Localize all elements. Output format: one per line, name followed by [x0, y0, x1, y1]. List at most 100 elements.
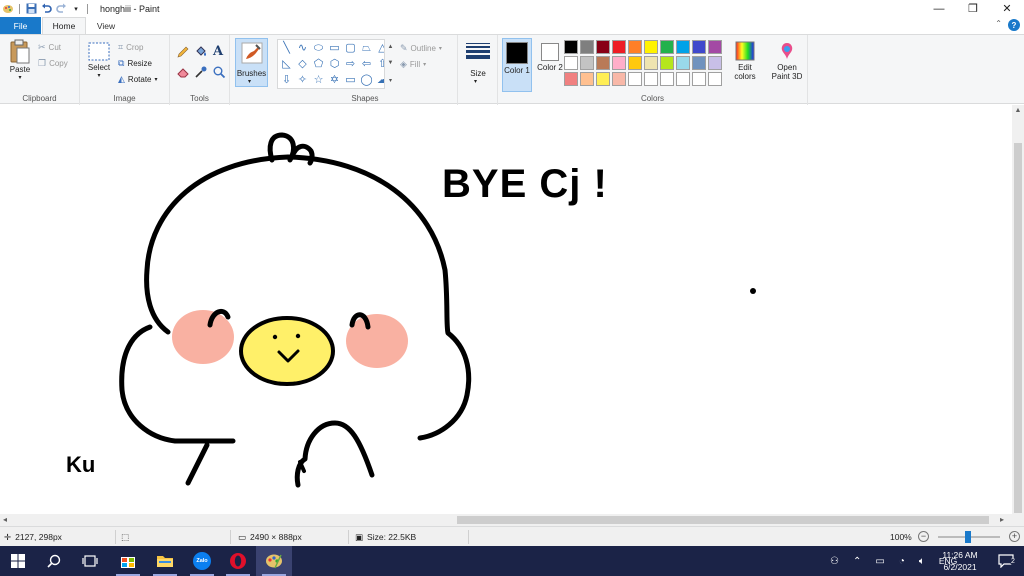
action-center-button[interactable]: 2	[988, 546, 1024, 576]
palette-swatch[interactable]	[612, 56, 626, 70]
zoom-slider-thumb[interactable]	[965, 531, 971, 543]
diamond-shape-icon[interactable]: ◇	[295, 57, 310, 72]
palette-swatch[interactable]	[660, 56, 674, 70]
open-paint3d-button[interactable]: Open Paint 3D	[768, 41, 806, 81]
palette-swatch[interactable]	[564, 56, 578, 70]
tab-home[interactable]: Home	[42, 17, 86, 34]
palette-swatch[interactable]	[676, 72, 690, 86]
palette-swatch[interactable]	[692, 40, 706, 54]
search-button[interactable]	[36, 546, 72, 576]
taskbar-clock[interactable]: 11:26 AM 6/2/2021	[932, 549, 988, 573]
palette-swatch[interactable]	[564, 40, 578, 54]
pencil-icon[interactable]	[176, 45, 190, 59]
shapes-scroll[interactable]: ▲ ▼ ▾	[384, 39, 396, 89]
zoom-in-button[interactable]: +	[1009, 531, 1020, 542]
six-point-star-shape-icon[interactable]: ✡	[327, 73, 342, 88]
taskbar-zalo[interactable]: Zalo	[184, 546, 220, 576]
right-triangle-shape-icon[interactable]: ◺	[279, 57, 294, 72]
palette-swatch[interactable]	[692, 56, 706, 70]
eraser-icon[interactable]	[176, 65, 190, 79]
palette-swatch[interactable]	[676, 40, 690, 54]
save-icon[interactable]	[25, 3, 37, 15]
palette-swatch[interactable]	[676, 56, 690, 70]
collapse-ribbon-icon[interactable]: ⌃	[995, 19, 1002, 28]
palette-swatch[interactable]	[708, 72, 722, 86]
palette-swatch[interactable]	[580, 72, 594, 86]
polygon-shape-icon[interactable]: ⏢	[359, 41, 374, 56]
palette-swatch[interactable]	[612, 72, 626, 86]
scroll-right-icon[interactable]: ▸	[1000, 514, 1004, 526]
color2-button[interactable]: Color 2	[535, 38, 565, 92]
drawing-canvas[interactable]: BYE Cj ! Ku	[0, 105, 1012, 514]
pentagon-shape-icon[interactable]: ⬠	[311, 57, 326, 72]
palette-swatch[interactable]	[692, 72, 706, 86]
hexagon-shape-icon[interactable]: ⬡	[327, 57, 342, 72]
palette-swatch[interactable]	[612, 40, 626, 54]
palette-swatch[interactable]	[628, 72, 642, 86]
palette-swatch[interactable]	[596, 40, 610, 54]
battery-icon[interactable]: ▭	[875, 556, 884, 567]
redo-icon[interactable]	[55, 3, 67, 15]
palette-swatch[interactable]	[580, 40, 594, 54]
palette-swatch[interactable]	[660, 72, 674, 86]
resize-button[interactable]: ⧉ Resize	[118, 56, 152, 70]
down-arrow-shape-icon[interactable]: ⇩	[279, 73, 294, 88]
palette-swatch[interactable]	[596, 72, 610, 86]
volume-icon[interactable]: 🔈︎	[919, 556, 925, 567]
restore-button[interactable]: ❐	[956, 0, 990, 17]
tab-file[interactable]: File	[0, 17, 41, 34]
fill-button[interactable]: ◈ Fill ▾	[400, 57, 426, 71]
taskbar-app-store[interactable]	[110, 546, 146, 576]
four-point-star-shape-icon[interactable]: ✧	[295, 73, 310, 88]
taskbar-file-explorer[interactable]	[147, 546, 183, 576]
scroll-up-icon[interactable]: ▲	[1012, 107, 1024, 114]
curve-shape-icon[interactable]: ∿	[295, 41, 310, 56]
horizontal-scrollbar[interactable]: ◂ ▸	[0, 514, 1012, 526]
color1-button[interactable]: Color 1	[502, 38, 532, 92]
color-picker-icon[interactable]	[194, 65, 208, 79]
rect-callout-shape-icon[interactable]: ▭	[343, 73, 358, 88]
palette-swatch[interactable]	[708, 56, 722, 70]
palette-swatch[interactable]	[580, 56, 594, 70]
network-icon[interactable]: ◔	[899, 556, 905, 567]
people-icon[interactable]: ⚇	[830, 556, 839, 567]
rectangle-shape-icon[interactable]: ▭	[327, 41, 342, 56]
zoom-out-button[interactable]: −	[918, 531, 929, 542]
paint-app-icon[interactable]	[2, 3, 14, 15]
fill-bucket-icon[interactable]	[194, 45, 208, 59]
oval-callout-shape-icon[interactable]: ◯	[359, 73, 374, 88]
line-shape-icon[interactable]: ╲	[279, 41, 294, 56]
rounded-rectangle-shape-icon[interactable]: ▢	[343, 41, 358, 56]
outline-button[interactable]: ✎ Outline ▾	[400, 41, 442, 55]
undo-icon[interactable]	[40, 3, 52, 15]
palette-swatch[interactable]	[628, 40, 642, 54]
palette-swatch[interactable]	[644, 56, 658, 70]
taskbar-paint[interactable]	[256, 546, 292, 576]
customize-qat-icon[interactable]: ▾	[70, 3, 82, 15]
palette-swatch[interactable]	[596, 56, 610, 70]
vertical-scrollbar[interactable]: ▲	[1012, 105, 1024, 514]
select-button[interactable]: Select ▾	[84, 41, 114, 79]
palette-swatch[interactable]	[628, 56, 642, 70]
left-arrow-shape-icon[interactable]: ⇦	[359, 57, 374, 72]
copy-button[interactable]: ❐ Copy	[38, 56, 68, 70]
tab-view[interactable]: View	[88, 17, 124, 34]
show-hidden-icons-icon[interactable]: ⌃	[853, 556, 861, 567]
size-icon[interactable]	[466, 43, 490, 61]
task-view-button[interactable]	[72, 546, 108, 576]
cut-button[interactable]: ✂ Cut	[38, 40, 61, 54]
taskbar-opera[interactable]	[220, 546, 256, 576]
palette-swatch[interactable]	[564, 72, 578, 86]
start-button[interactable]	[0, 546, 36, 576]
close-button[interactable]: ✕	[990, 0, 1024, 17]
palette-swatch[interactable]	[644, 72, 658, 86]
horizontal-scroll-thumb[interactable]	[457, 516, 989, 524]
magnifier-icon[interactable]	[212, 65, 226, 79]
help-icon[interactable]: ?	[1008, 19, 1020, 31]
crop-button[interactable]: ⌗ Crop	[118, 40, 143, 54]
rotate-button[interactable]: ◭ Rotate ▾	[118, 72, 158, 86]
five-point-star-shape-icon[interactable]: ☆	[311, 73, 326, 88]
oval-shape-icon[interactable]: ⬭	[311, 41, 326, 56]
paste-button[interactable]: Paste ▾	[6, 39, 34, 81]
palette-swatch[interactable]	[644, 40, 658, 54]
